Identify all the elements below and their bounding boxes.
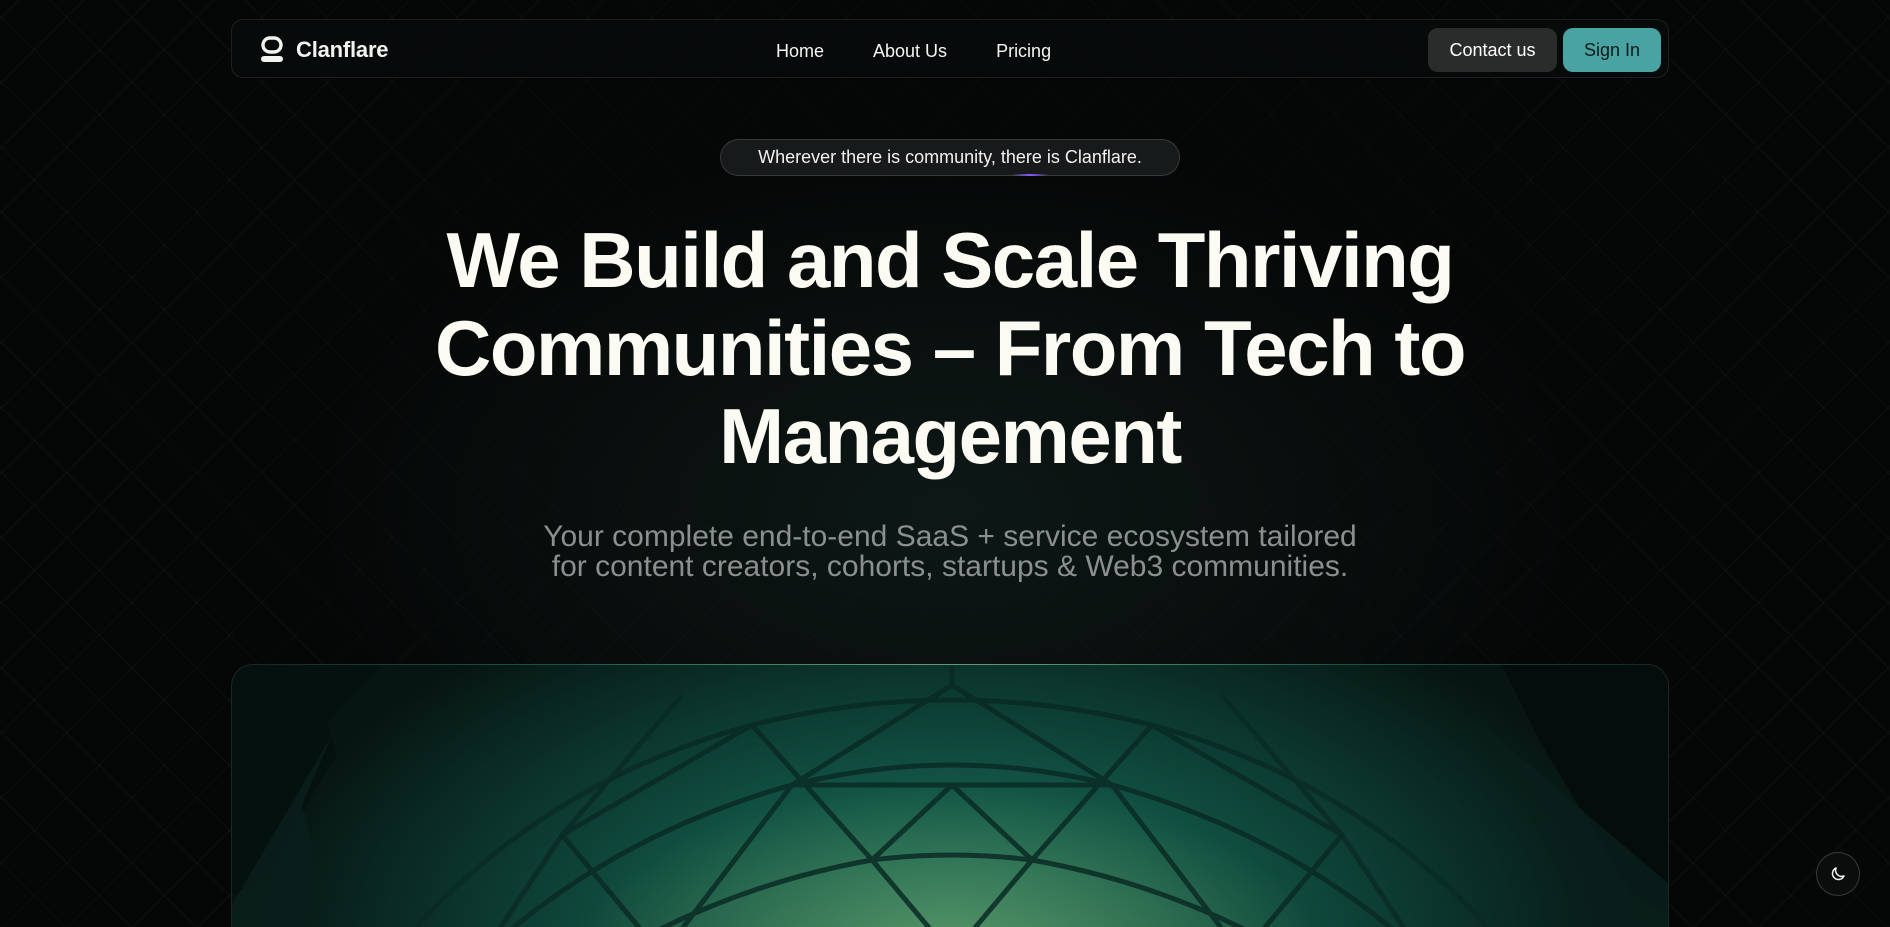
brand[interactable]: Clanflare — [260, 35, 389, 65]
moon-icon — [1831, 867, 1845, 881]
geodesic-dome-illustration — [232, 665, 1668, 927]
top-navbar: Clanflare Home About Us Pricing Contact … — [231, 19, 1669, 78]
hero-title-line-2: Communities – From Tech to — [435, 304, 1467, 392]
nav-link-about-us[interactable]: About Us — [873, 38, 947, 65]
hero-title: We Build and Scale Thriving Communities … — [345, 216, 1555, 480]
nav-links: Home About Us Pricing — [776, 38, 1051, 65]
theme-toggle-button[interactable] — [1816, 852, 1860, 896]
sign-in-button[interactable]: Sign In — [1563, 28, 1661, 72]
hero-tagline-text: Wherever there is community, there is Cl… — [758, 147, 1142, 167]
contact-us-button[interactable]: Contact us — [1428, 28, 1557, 72]
hero-subtitle: Your complete end-to-end SaaS + service … — [445, 522, 1455, 582]
tagline-glow-line — [1011, 174, 1049, 176]
clanflare-logo-icon — [261, 36, 283, 62]
landing-page: Clanflare Home About Us Pricing Contact … — [0, 0, 1890, 927]
hero-tagline: Wherever there is community, there is Cl… — [720, 139, 1180, 176]
hero-showcase-image — [231, 664, 1669, 927]
hero-subtitle-line-1: Your complete end-to-end SaaS + service … — [543, 520, 1357, 553]
brand-name: Clanflare — [296, 37, 389, 62]
nav-link-pricing[interactable]: Pricing — [996, 38, 1051, 65]
nav-link-home[interactable]: Home — [776, 38, 824, 65]
hero-title-line-1: We Build and Scale Thriving — [446, 216, 1455, 304]
hero-title-line-3: Management — [719, 392, 1182, 480]
hero-subtitle-line-2: for content creators, cohorts, startups … — [551, 550, 1349, 583]
